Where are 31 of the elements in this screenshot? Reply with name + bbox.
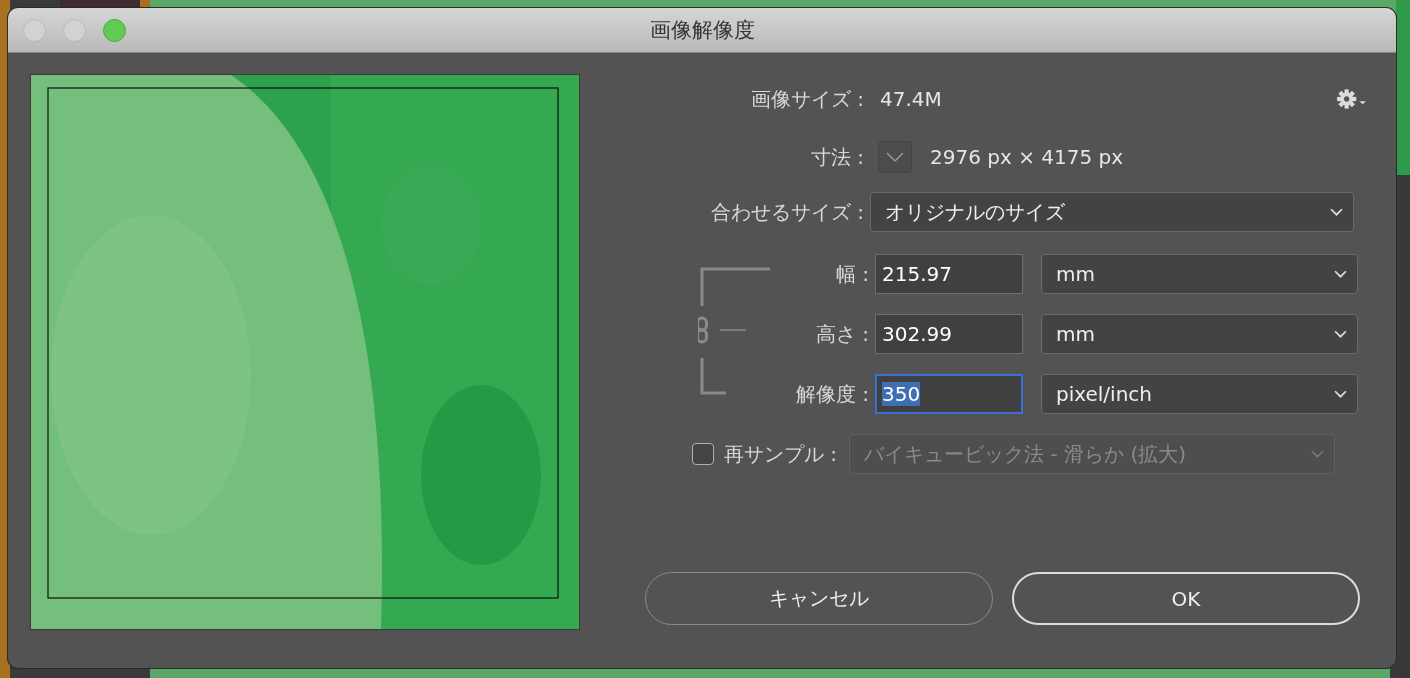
field-label: 合わせるサイズ : bbox=[709, 198, 864, 226]
input-field[interactable]: 350 bbox=[875, 374, 1023, 414]
chevron-icon bbox=[1334, 389, 1347, 399]
fit-to-dropdown[interactable]: オリジナルのサイズ bbox=[870, 192, 1354, 232]
close-button[interactable] bbox=[23, 18, 46, 42]
input-field[interactable]: 215.97 bbox=[875, 254, 1023, 294]
field-label: 幅 : bbox=[834, 260, 869, 288]
chevron-icon bbox=[1311, 449, 1325, 459]
chevron-icon bbox=[1334, 329, 1347, 339]
unit-dropdown[interactable]: mm bbox=[1041, 254, 1358, 294]
window-title: 画像解像度 bbox=[649, 17, 755, 44]
minimize-button[interactable] bbox=[63, 18, 86, 42]
settings-icon[interactable] bbox=[1336, 88, 1368, 110]
cancel-button[interactable]: キャンセル bbox=[645, 572, 993, 625]
chevron-icon bbox=[885, 151, 905, 163]
field-label: 高さ : bbox=[814, 320, 869, 348]
checkbox-label: 再サンプル : bbox=[724, 440, 838, 468]
ok-button[interactable]: OK bbox=[1012, 572, 1360, 625]
field-label: 画像サイズ : bbox=[749, 85, 864, 113]
field-label: 解像度 : bbox=[794, 380, 869, 408]
chevron-icon bbox=[1330, 207, 1343, 217]
field-label: 寸法 : bbox=[809, 143, 864, 171]
unit-dropdown[interactable]: pixel/inch bbox=[1041, 374, 1358, 414]
unit-dropdown[interactable]: mm bbox=[1041, 314, 1358, 354]
dimensions-value: 2976 px × 4175 px bbox=[930, 145, 1124, 169]
chevron-icon bbox=[1334, 269, 1347, 279]
input-field[interactable]: 302.99 bbox=[875, 314, 1023, 354]
image-size-value: 47.4M bbox=[880, 87, 942, 111]
link-icon bbox=[698, 266, 773, 396]
dimensions-dropdown[interactable] bbox=[878, 141, 912, 173]
zoom-button[interactable] bbox=[103, 18, 126, 42]
